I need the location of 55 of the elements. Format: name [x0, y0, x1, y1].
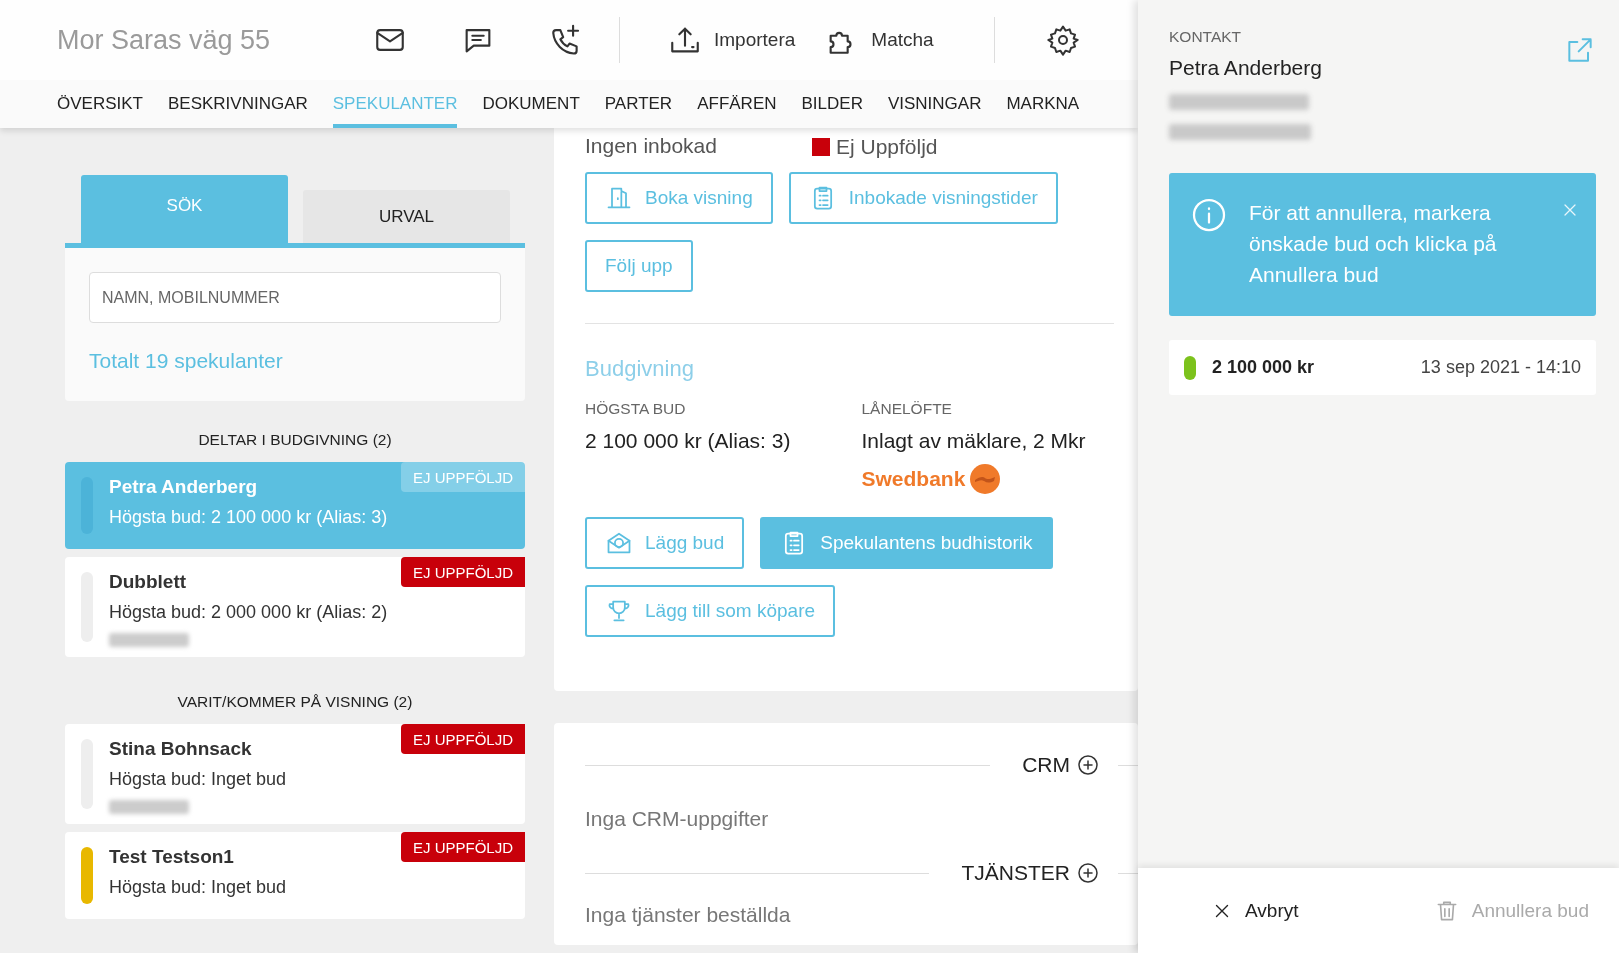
speculant-name: Test Testson1 — [109, 846, 235, 868]
previous-showings: Ej Uppföljd — [835, 135, 938, 159]
nav-tab[interactable]: DOKUMENT — [482, 80, 580, 128]
next-showing: Ingen inbokad — [585, 134, 717, 159]
field-label: HÖGSTA BUD — [585, 400, 687, 418]
status-badge: EJ UPPFÖLJD — [400, 462, 525, 492]
nav-tab[interactable]: VISNINGAR — [887, 80, 982, 128]
speculant-card[interactable]: Stina Bohnsack Högsta bud: Inget bud EJ UPPFÖLJD — [65, 724, 525, 824]
speculant-card[interactable]: Test Testson1 Högsta bud: Inget bud EJ UPPFÖLJD — [65, 832, 525, 919]
highest-bid: Högsta bud: Inget bud — [109, 769, 287, 790]
info-message: För att annullera, markera önskade bud och klicka på Annullera bud — [1249, 200, 1498, 288]
highest-bid: Högsta bud: 2 000 000 kr (Alias: 2) — [109, 602, 388, 623]
search-field[interactable]: NAMN, MOBILNUMMER — [89, 272, 501, 323]
nav-tab[interactable]: ÖVERSIKT — [57, 80, 143, 128]
nav-tab[interactable]: PARTER — [604, 80, 673, 128]
nav-tab[interactable]: BESKRIVNINGAR — [167, 80, 308, 128]
status-badge: EJ UPPFÖLJD — [400, 724, 525, 754]
speculant-name: Petra Anderberg — [109, 476, 259, 498]
bid-date: 13 sep 2021 - 14:10 — [1420, 357, 1581, 378]
cancel-button[interactable]: Avbryt — [1211, 899, 1299, 922]
section-title: TJÄNSTER — [961, 861, 1070, 885]
field-label: LÅNELÖFTE — [861, 400, 953, 418]
highest-bid: Högsta bud: 2 100 000 kr (Alias: 3) — [109, 507, 388, 528]
speculant-name: Dubblett — [109, 571, 188, 593]
group-heading: DELTAR I BUDGIVNING (2) — [197, 431, 393, 449]
field-value: Inlagt av mäklare, 2 Mkr — [861, 429, 1087, 453]
search-tab[interactable]: URVAL — [303, 190, 510, 243]
add-icon[interactable] — [1076, 861, 1100, 885]
nav-tab[interactable]: BILDER — [801, 80, 863, 128]
info-icon — [1191, 197, 1227, 233]
empty-message: Inga tjänster beställda — [585, 903, 792, 927]
bank-emblem-icon — [969, 463, 1002, 495]
speculant-name: Stina Bohnsack — [109, 738, 253, 760]
contact-name: Petra Anderberg — [1169, 56, 1322, 80]
empty-message: Inga CRM-uppgifter — [585, 807, 770, 831]
import-button[interactable]: Importera — [668, 23, 796, 57]
status-badge: EJ UPPFÖLJD — [400, 557, 525, 587]
nav-tab[interactable]: AFFÄREN — [697, 80, 777, 128]
group-heading: VARIT/KOMMER PÅ VISNING (2) — [176, 693, 414, 711]
status-badge: EJ UPPFÖLJD — [400, 832, 525, 862]
status-square-icon — [811, 138, 830, 156]
total-count: Totalt 19 spekulanter — [89, 349, 284, 373]
property-title: Mor Saras väg 55 — [57, 24, 272, 56]
bid-row[interactable]: 2 100 000 kr 13 sep 2021 - 14:10 — [1169, 340, 1596, 395]
bank-name: Swedbank — [861, 467, 966, 491]
add-icon[interactable] — [1076, 753, 1100, 777]
section-title: CRM — [1022, 753, 1070, 777]
match-button[interactable]: Matcha — [825, 23, 934, 57]
contact-label: KONTAKT — [1169, 28, 1243, 46]
section-heading: Budgivning — [585, 356, 695, 382]
highest-bid: Högsta bud: Inget bud — [109, 877, 287, 898]
field-value: 2 100 000 kr (Alias: 3) — [585, 429, 792, 453]
nav-tab[interactable]: MARKNA — [1006, 80, 1080, 128]
speculant-card[interactable]: Dubblett Högsta bud: 2 000 000 kr (Alias: 2) EJ UPPFÖLJD — [65, 557, 525, 657]
bid-amount: 2 100 000 kr — [1212, 357, 1316, 378]
